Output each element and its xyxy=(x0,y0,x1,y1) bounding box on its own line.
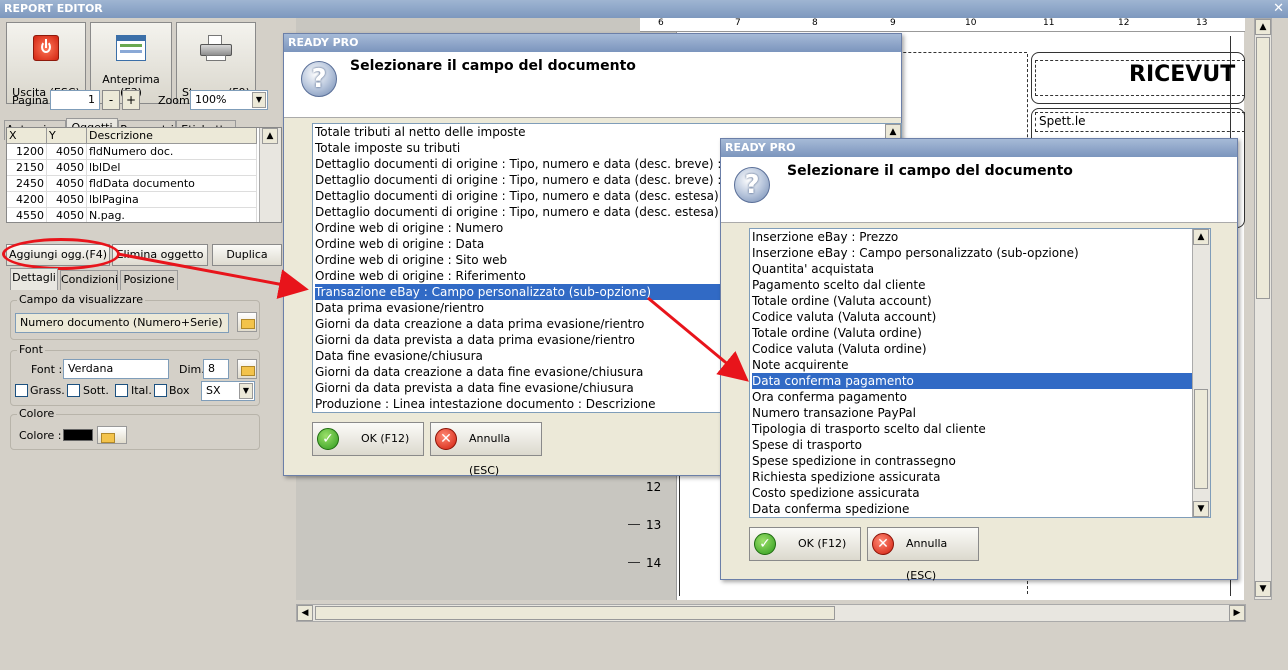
annotation-arrow xyxy=(117,252,309,299)
annotation-arrows xyxy=(117,252,749,382)
annotation-arrow xyxy=(647,296,749,382)
